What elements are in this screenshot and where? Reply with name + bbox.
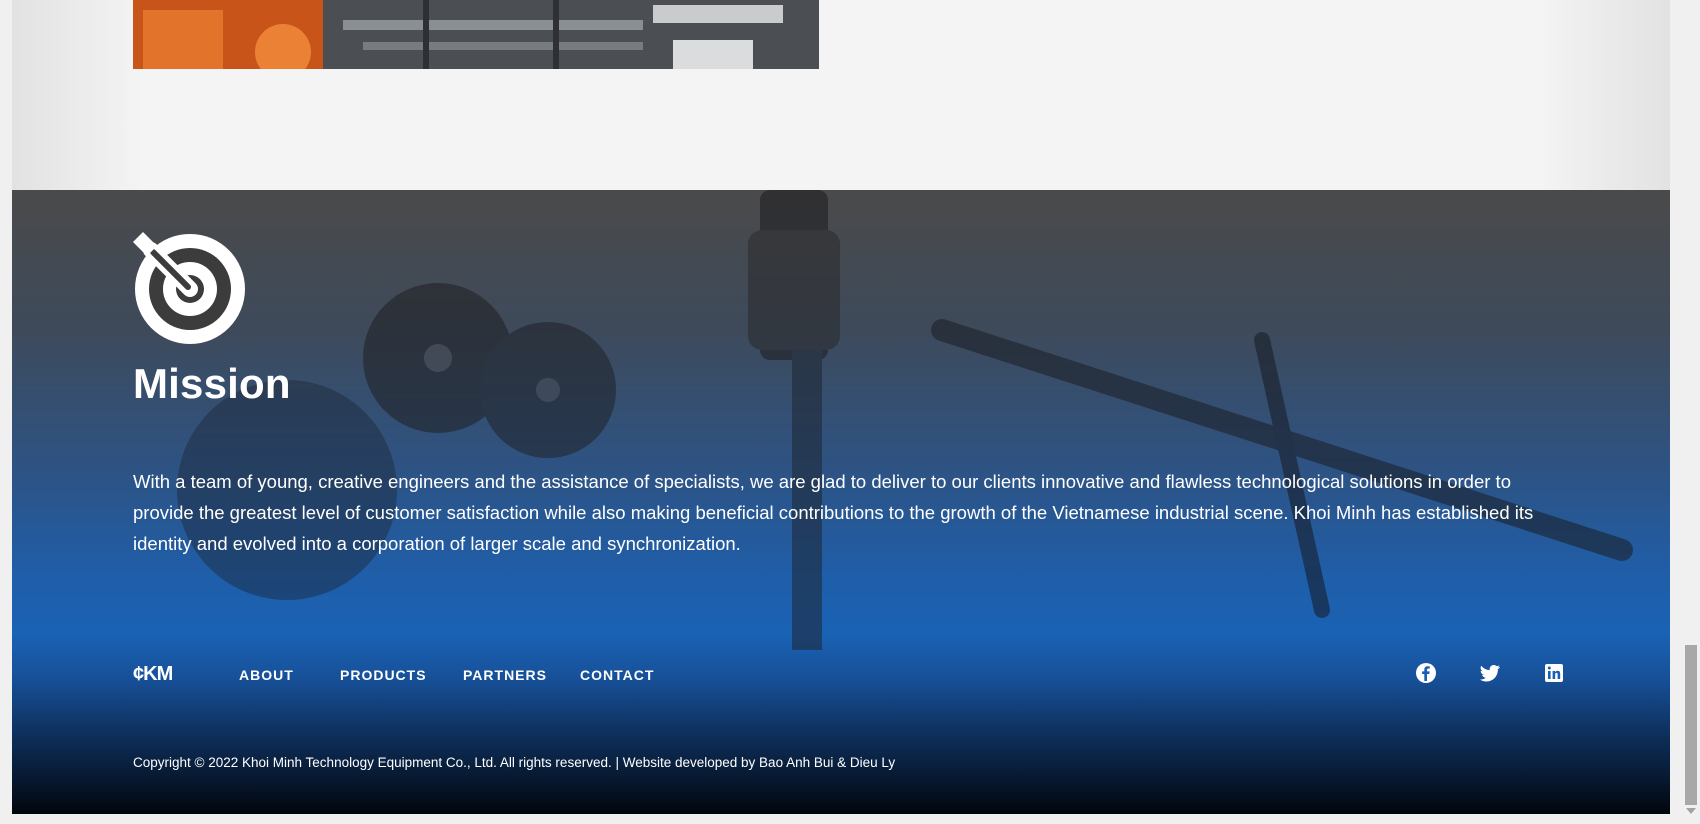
- facebook-icon[interactable]: [1414, 661, 1438, 685]
- scrollbar-thumb[interactable]: [1685, 645, 1697, 805]
- copyright-text: Copyright © 2022 Khoi Minh Technology Eq…: [133, 755, 896, 770]
- nav-link-products[interactable]: PRODUCTS: [340, 667, 427, 683]
- target-icon: [133, 232, 245, 344]
- mission-section: Mission With a team of young, creative e…: [12, 190, 1670, 814]
- mission-title: Mission: [133, 360, 291, 407]
- nav-link-partners[interactable]: PARTNERS: [463, 667, 547, 683]
- page: Mission With a team of young, creative e…: [12, 0, 1670, 814]
- linkedin-icon[interactable]: [1542, 661, 1566, 685]
- scrollbar[interactable]: [1682, 0, 1700, 824]
- footer-logo[interactable]: ¢KM: [133, 663, 173, 686]
- footer-nav: ¢KM ABOUT PRODUCTS PARTNERS CONTACT: [133, 657, 1563, 693]
- mission-text: With a team of young, creative engineers…: [133, 471, 1534, 554]
- scroll-down-arrow-icon[interactable]: [1686, 808, 1696, 814]
- gray-section: [12, 0, 1670, 190]
- nav-link-about[interactable]: ABOUT: [239, 667, 294, 683]
- twitter-icon[interactable]: [1478, 661, 1502, 685]
- nav-link-contact[interactable]: CONTACT: [580, 667, 654, 683]
- factory-photo: [133, 0, 819, 69]
